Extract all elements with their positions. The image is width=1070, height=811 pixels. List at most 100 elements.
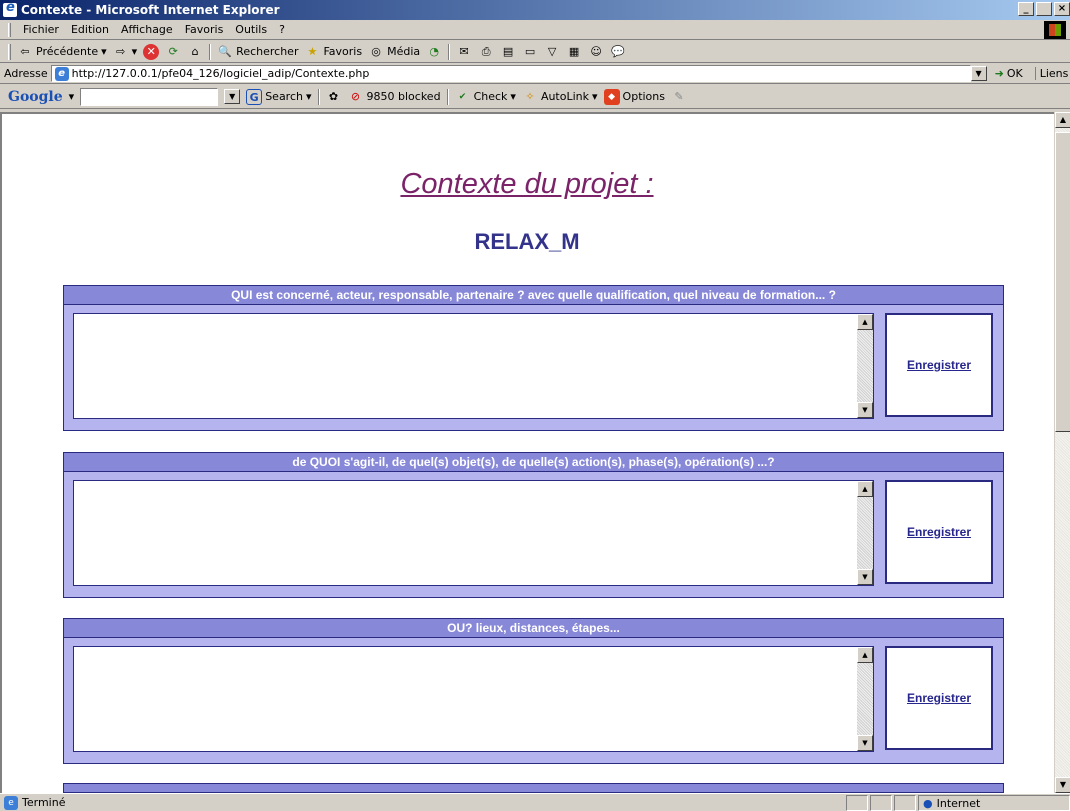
maximize-button[interactable] (1036, 2, 1052, 16)
print-icon[interactable]: ⎙ (478, 44, 494, 60)
go-button[interactable]: ➜ OK (995, 67, 1023, 80)
autolink-button[interactable]: ✧ AutoLink ▾ (522, 89, 598, 105)
menu-outils[interactable]: Outils (229, 23, 273, 36)
google-search-label: Search (265, 90, 303, 103)
popup-blocked-icon: ⊘ (350, 89, 361, 103)
google-toolbar: Google ▾ ▼ G Search ▾ ✿ ⊘ 9850 blocked ✔… (0, 85, 1070, 109)
status-cell-privacy (894, 795, 916, 811)
quoi-save-box: Enregistrer (885, 480, 993, 584)
windows-logo-icon (1044, 21, 1066, 39)
spellcheck-dropdown-icon[interactable]: ▾ (510, 90, 516, 103)
address-url[interactable]: http://127.0.0.1/pfe04_126/logiciel_adip… (72, 67, 370, 80)
scroll-up-arrow-icon[interactable]: ▲ (857, 481, 873, 497)
qui-save-box: Enregistrer (885, 313, 993, 417)
edit-icon[interactable]: ▤ (500, 44, 516, 60)
messenger-icon[interactable]: ☺ (588, 44, 604, 60)
google-search-button[interactable]: G Search ▾ (246, 88, 312, 105)
autolink-dropdown-icon[interactable]: ▾ (592, 90, 598, 103)
toolbar-grip[interactable] (8, 43, 11, 60)
home-icon[interactable]: ⌂ (187, 44, 203, 60)
google-logo[interactable]: Google (8, 89, 63, 105)
google-logo-dropdown-icon[interactable]: ▾ (69, 90, 75, 103)
links-button[interactable]: Liens (1034, 67, 1068, 80)
autolink-wand-icon: ✧ (525, 89, 535, 103)
qui-save-link[interactable]: Enregistrer (907, 358, 971, 372)
ou-textarea-scrollbar[interactable]: ▲ ▼ (857, 647, 873, 751)
back-arrow-icon: ⇦ (20, 44, 30, 58)
section-qui-body: ▲ ▼ Enregistrer (64, 305, 1003, 430)
quoi-textarea[interactable]: ▲ ▼ (73, 480, 874, 586)
quoi-save-link[interactable]: Enregistrer (907, 525, 971, 539)
minimize-button[interactable]: _ (1018, 2, 1034, 16)
options-icon: ◆ (603, 88, 620, 105)
address-dropdown-button[interactable]: ▼ (970, 66, 987, 81)
research-icon[interactable]: ▦ (566, 44, 582, 60)
chat-icon[interactable]: 💬 (610, 44, 626, 60)
scroll-down-arrow-icon[interactable]: ▼ (857, 402, 873, 418)
page-scroll-up-arrow-icon[interactable]: ▲ (1055, 112, 1070, 128)
back-dropdown-icon[interactable]: ▾ (101, 45, 107, 58)
section-qui: QUI est concerné, acteur, responsable, p… (63, 285, 1004, 431)
project-name: RELAX_M (474, 229, 580, 254)
favorites-label: Favoris (323, 45, 363, 58)
section-quand-partial (63, 783, 1004, 793)
qui-textarea-scrollbar[interactable]: ▲ ▼ (857, 314, 873, 418)
forward-dropdown-icon[interactable]: ▾ (132, 45, 138, 58)
ou-save-link[interactable]: Enregistrer (907, 691, 971, 705)
close-button[interactable]: × (1054, 2, 1070, 16)
menu-help[interactable]: ? (273, 23, 291, 36)
pagerank-icon[interactable]: ✿ (326, 89, 342, 105)
google-separator (317, 88, 320, 105)
favorites-icon: ★ (307, 44, 318, 58)
qui-textarea[interactable]: ▲ ▼ (73, 313, 874, 419)
menu-favoris[interactable]: Favoris (179, 23, 230, 36)
search-button[interactable]: 🔍 Rechercher (217, 44, 298, 60)
menu-edition[interactable]: Edition (65, 23, 115, 36)
page-scrollbar[interactable]: ▲ ▼ (1054, 112, 1070, 793)
media-button[interactable]: ◎ Média (368, 44, 420, 60)
page-icon: e (54, 66, 69, 81)
google-search-input[interactable] (80, 87, 219, 106)
popup-blocker-button[interactable]: ⊘ 9850 blocked (348, 89, 441, 105)
page-done-icon: e (4, 795, 18, 810)
window-controls: _ × (1018, 2, 1070, 16)
ou-textarea[interactable]: ▲ ▼ (73, 646, 874, 752)
page-title: Contexte du projet : (400, 168, 654, 200)
address-bar: Adresse e http://127.0.0.1/pfe04_126/log… (0, 64, 1070, 84)
status-bar: e Terminé ● Internet (0, 793, 1070, 811)
google-search-dropdown-button[interactable]: ▼ (224, 89, 241, 104)
forward-button[interactable]: ⇨ ▾ (113, 44, 138, 60)
discuss-icon[interactable]: ▭ (522, 44, 538, 60)
stop-icon[interactable]: ✕ (143, 43, 160, 60)
options-button[interactable]: ◆ Options (603, 88, 665, 105)
quoi-textarea-scrollbar[interactable]: ▲ ▼ (857, 481, 873, 585)
popup-blocked-count: 9850 blocked (366, 90, 441, 103)
highlighter-icon[interactable]: ✎ (671, 89, 687, 105)
address-field[interactable]: e http://127.0.0.1/pfe04_126/logiciel_ad… (50, 65, 971, 82)
window-titlebar: Contexte - Microsoft Internet Explorer _… (0, 0, 1070, 20)
favorites-button[interactable]: ★ Favoris (304, 44, 363, 60)
spellcheck-button[interactable]: ✔ Check ▾ (455, 89, 516, 105)
status-text: Terminé (22, 796, 66, 809)
filter-icon[interactable]: ▽ (544, 44, 560, 60)
section-quoi-header: de QUOI s'agit-il, de quel(s) objet(s), … (64, 453, 1003, 472)
google-search-dropdown-icon[interactable]: ▾ (306, 90, 312, 103)
scroll-down-arrow-icon[interactable]: ▼ (857, 569, 873, 585)
refresh-icon[interactable]: ⟳ (165, 44, 181, 60)
page-scroll-down-arrow-icon[interactable]: ▼ (1055, 777, 1070, 793)
scroll-down-arrow-icon[interactable]: ▼ (857, 735, 873, 751)
page-scroll-thumb[interactable] (1055, 132, 1070, 432)
scroll-up-arrow-icon[interactable]: ▲ (857, 314, 873, 330)
back-label: Précédente (36, 45, 99, 58)
history-icon[interactable]: ◔ (426, 44, 442, 60)
search-icon: 🔍 (218, 44, 233, 58)
menu-affichage[interactable]: Affichage (115, 23, 179, 36)
mail-icon[interactable]: ✉ (456, 44, 472, 60)
ou-save-box: Enregistrer (885, 646, 993, 750)
forward-arrow-icon: ⇨ (116, 44, 126, 58)
menu-fichier[interactable]: Fichier (17, 23, 65, 36)
scroll-up-arrow-icon[interactable]: ▲ (857, 647, 873, 663)
menubar-grip[interactable] (8, 22, 11, 37)
status-zone: ● Internet (918, 795, 1070, 811)
back-button[interactable]: ⇦ Précédente ▾ (17, 44, 107, 60)
